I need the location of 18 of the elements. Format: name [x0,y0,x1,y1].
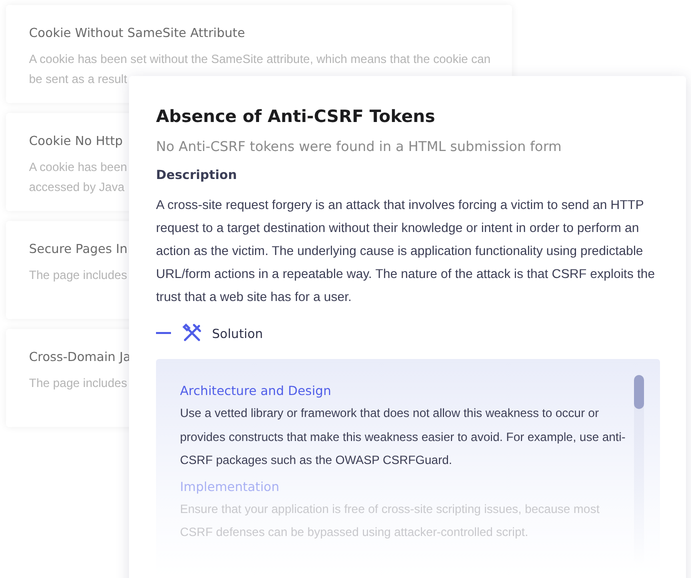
alert-description: The page includes [29,267,128,284]
section-heading: Description [156,167,238,182]
alert-title: Secure Pages In [29,241,128,256]
alert-subtitle: No Anti-CSRF tokens were found in a HTML submission form [156,139,563,155]
alert-description: A cookie has been set without the SameSite attribute, which means that the cookie can [29,51,491,68]
alert-title: Absence of Anti-CSRF Tokens [156,106,436,129]
alert-description: accessed by Java [29,179,124,196]
alert-description: The page includes [29,375,128,392]
tools-icon [182,323,202,343]
alert-description: A cookie has been [29,159,128,176]
solution-section-heading: Implementation [180,478,280,494]
alert-title: Cookie Without SameSite Attribute [29,25,245,40]
alert-title: Cookie No Http [29,133,123,148]
description-text: A cross-site request forgery is an attack that involves forcing a victim to send an HTTP request to a target destination without their knowledge or intent in order to perform an action as the victim. The underlying cause is application functionality using predictable URL/form actions in a repeatable way. The nature of the attack is that CSRF exploits the trust that a web site has for a user. [156,196,656,306]
alert-description: be sent as a result [29,71,128,88]
solution-heading: Solution [212,326,263,340]
solution-text: Use a vetted library or framework that does not allow this weakness to occur or provides constructs that make this weakness easier to avoid. For example, use anti-CSRF packages such as the OWASP CSRFGuard. [180,405,627,469]
solution-section-heading: Architecture and Design [180,383,332,398]
